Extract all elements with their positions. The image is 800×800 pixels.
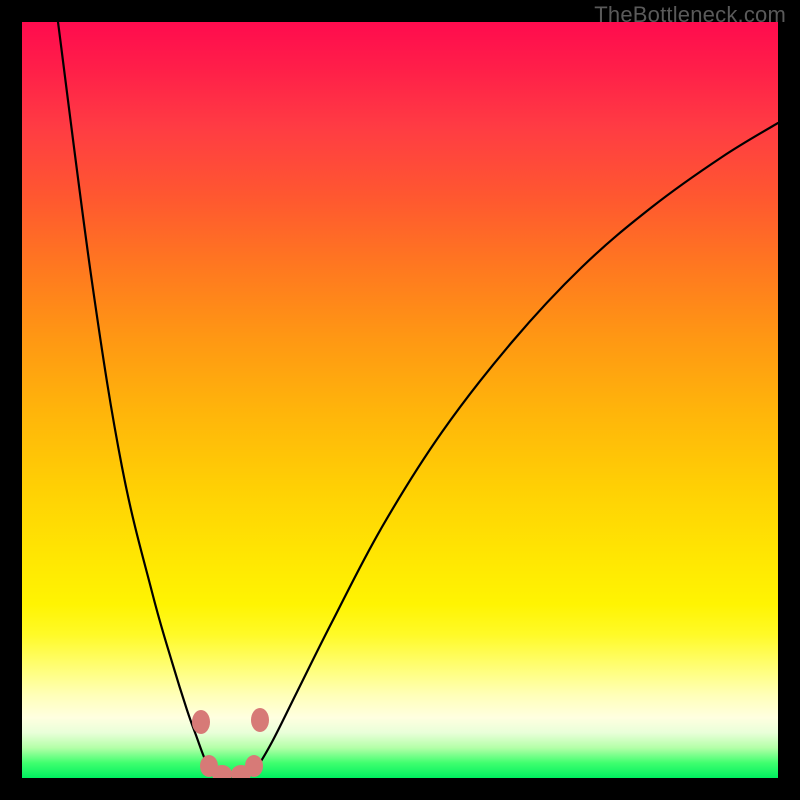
curve-marker: [245, 755, 263, 777]
curve-svg: [22, 22, 778, 778]
bottleneck-curve: [58, 22, 778, 776]
curve-marker: [231, 765, 251, 778]
chart-plot-area: [22, 22, 778, 778]
marker-group: [192, 708, 269, 778]
curve-marker: [192, 710, 210, 734]
curve-marker: [212, 765, 232, 778]
curve-marker: [251, 708, 269, 732]
curve-marker: [200, 755, 218, 777]
